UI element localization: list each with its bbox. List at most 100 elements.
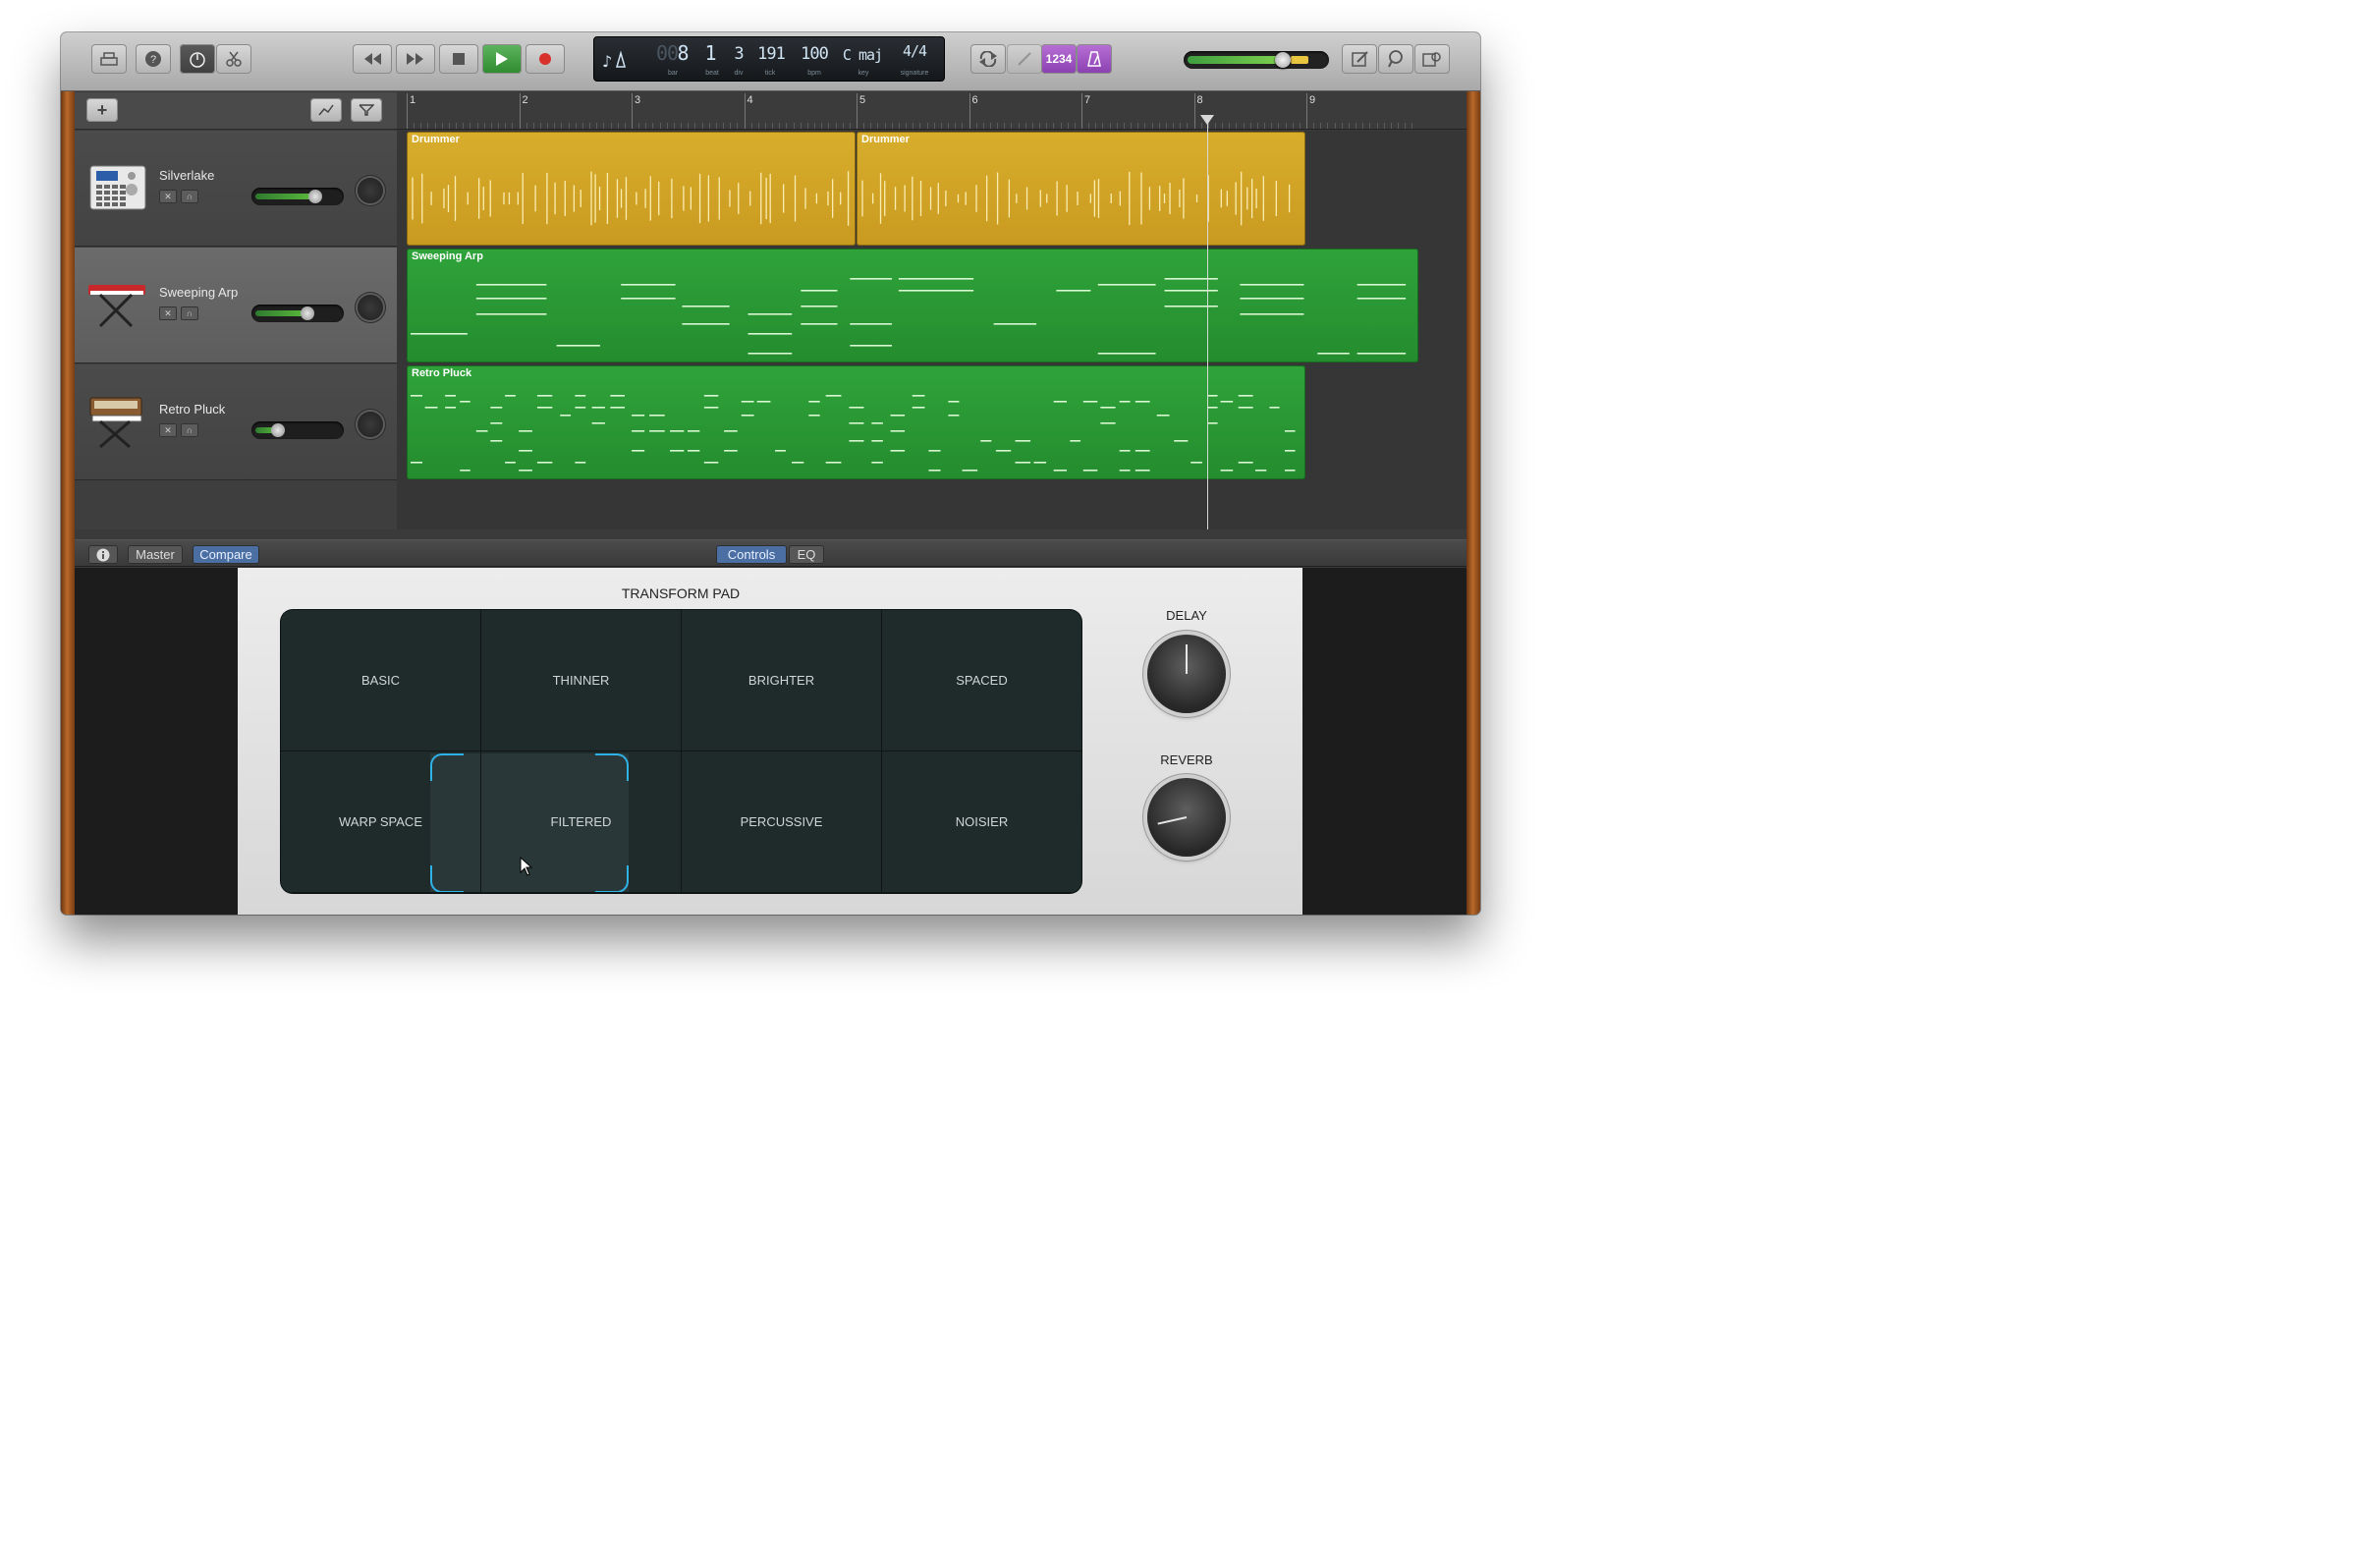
track-volume-slider[interactable] — [251, 421, 344, 439]
metronome-icon[interactable] — [1077, 44, 1112, 74]
pan-knob[interactable] — [358, 178, 383, 203]
region[interactable]: Sweeping Arp — [407, 249, 1418, 362]
tab-eq[interactable]: EQ — [789, 545, 824, 564]
ruler-minor-tick — [448, 123, 450, 129]
ruler-minor-tick — [1187, 123, 1189, 129]
transform-pad-panel: TRANSFORM PAD BASIC THINNER BRIGHTER SPACED… — [238, 568, 1302, 915]
ruler-minor-tick — [666, 123, 668, 129]
ruler-minor-tick — [1369, 123, 1371, 129]
region[interactable]: Drummer — [407, 132, 856, 246]
ruler-minor-tick — [1109, 123, 1111, 129]
ruler-minor-tick — [835, 123, 837, 129]
ruler-minor-tick — [1341, 123, 1343, 129]
ruler-minor-tick — [1278, 123, 1280, 129]
filter-icon[interactable] — [351, 98, 382, 122]
smart-controls-icon[interactable] — [180, 44, 215, 74]
reverb-knob-indicator — [1157, 816, 1188, 825]
mute-icon[interactable]: ✕ — [159, 190, 177, 203]
track-volume-knob[interactable] — [308, 190, 322, 203]
mute-icon[interactable]: ✕ — [159, 306, 177, 320]
ruler-minor-tick — [940, 123, 942, 129]
pan-knob[interactable] — [358, 295, 383, 320]
track-volume-slider[interactable] — [251, 305, 344, 322]
track-volume-knob[interactable] — [301, 306, 314, 320]
transform-pad-title: TRANSFORM PAD — [621, 585, 741, 601]
headphones-icon[interactable]: ∩ — [181, 190, 198, 203]
fast-forward-icon[interactable] — [396, 44, 435, 74]
ruler-minor-tick — [1334, 123, 1336, 129]
pad-cell-filtered[interactable]: FILTERED — [481, 752, 682, 893]
ruler-minor-tick — [701, 123, 703, 129]
region[interactable]: Retro Pluck — [407, 365, 1305, 479]
media-icon[interactable] — [1414, 44, 1450, 74]
ruler-minor-tick — [1405, 123, 1407, 129]
ruler-minor-tick — [539, 123, 541, 129]
transform-pad[interactable]: BASIC THINNER BRIGHTER SPACED WARP SPACE FILT… — [281, 610, 1081, 893]
ruler-minor-tick — [596, 123, 598, 129]
mute-icon[interactable]: ✕ — [159, 423, 177, 437]
library-icon[interactable] — [91, 44, 127, 74]
arrange-area[interactable]: Drummer Drummer Sweeping Arp Retro Pluck — [397, 131, 1467, 529]
automation-icon[interactable] — [310, 98, 342, 122]
headphones-icon[interactable]: ∩ — [181, 423, 198, 437]
record-icon[interactable] — [526, 44, 565, 74]
ruler-minor-tick — [1249, 123, 1251, 129]
drum-machine-icon — [86, 158, 149, 217]
ruler-minor-tick — [933, 123, 935, 129]
stop-icon[interactable] — [439, 44, 478, 74]
info-icon[interactable] — [88, 545, 118, 564]
pad-cell-noisier[interactable]: NOISIER — [882, 752, 1081, 893]
track-header[interactable]: Retro Pluck ✕ ∩ — [75, 364, 397, 480]
scissors-icon[interactable] — [216, 44, 251, 74]
help-icon[interactable]: ? — [136, 44, 171, 74]
master-volume-fill — [1188, 56, 1287, 64]
ruler-minor-tick — [1292, 123, 1294, 129]
track-volume-knob[interactable] — [271, 423, 285, 437]
reverb-knob[interactable] — [1147, 778, 1226, 857]
ruler-minor-tick — [1398, 123, 1400, 129]
track-header[interactable]: Sweeping Arp ✕ ∩ — [75, 248, 397, 363]
tuner-icon[interactable] — [1007, 44, 1042, 74]
delay-knob[interactable] — [1147, 635, 1226, 713]
track-name: Silverlake — [159, 168, 215, 183]
pad-cell-spaced[interactable]: SPACED — [882, 610, 1081, 752]
pad-cell-warp-space[interactable]: WARP SPACE — [281, 752, 481, 893]
compare-button[interactable]: Compare — [193, 545, 259, 564]
track-header[interactable]: Silverlake ✕ ∩ — [75, 131, 397, 247]
pad-cell-basic[interactable]: BASIC — [281, 610, 481, 752]
ruler-minor-tick — [764, 123, 766, 129]
pad-cell-brighter[interactable]: BRIGHTER — [682, 610, 882, 752]
pad-cell-percussive[interactable]: PERCUSSIVE — [682, 752, 882, 893]
ruler-minor-tick — [1031, 123, 1033, 129]
headphones-icon[interactable]: ∩ — [181, 306, 198, 320]
loops-icon[interactable] — [1378, 44, 1413, 74]
add-track-button[interactable]: + — [86, 98, 118, 122]
ruler-minor-tick — [1116, 123, 1118, 129]
pad-cell-thinner[interactable]: THINNER — [481, 610, 682, 752]
ruler-bar-tick — [1081, 93, 1082, 129]
count-in-icon[interactable]: 1234 — [1041, 44, 1077, 74]
rewind-icon[interactable] — [353, 44, 392, 74]
ruler-minor-tick — [1362, 123, 1364, 129]
toolbar: ? ♪ 00 8 bar 1 beat 3 div 191 tick 100 b… — [61, 32, 1480, 91]
region[interactable]: Drummer — [857, 132, 1305, 246]
play-icon[interactable] — [482, 44, 522, 74]
track-volume-slider[interactable] — [251, 188, 344, 205]
ruler-minor-tick — [1046, 123, 1048, 129]
cycle-icon[interactable] — [970, 44, 1006, 74]
timeline-ruler[interactable]: 1 2 3 4 5 6 7 8 9 — [397, 92, 1467, 130]
master-button[interactable]: Master — [128, 545, 183, 564]
notepad-icon[interactable] — [1342, 44, 1377, 74]
tab-controls[interactable]: Controls — [716, 545, 787, 564]
ruler-minor-tick — [1320, 123, 1322, 129]
ruler-minor-tick — [1376, 123, 1378, 129]
ruler-minor-tick — [757, 123, 759, 129]
playhead[interactable] — [1207, 120, 1209, 529]
master-volume-slider[interactable] — [1184, 51, 1329, 69]
svg-text:♪: ♪ — [602, 52, 612, 69]
pan-knob[interactable] — [358, 412, 383, 437]
ruler-minor-tick — [877, 123, 879, 129]
master-volume-knob[interactable] — [1274, 52, 1291, 68]
lcd-display[interactable]: ♪ 00 8 bar 1 beat 3 div 191 tick 100 bpm… — [593, 36, 945, 82]
ruler-bar-number: 6 — [971, 94, 978, 106]
